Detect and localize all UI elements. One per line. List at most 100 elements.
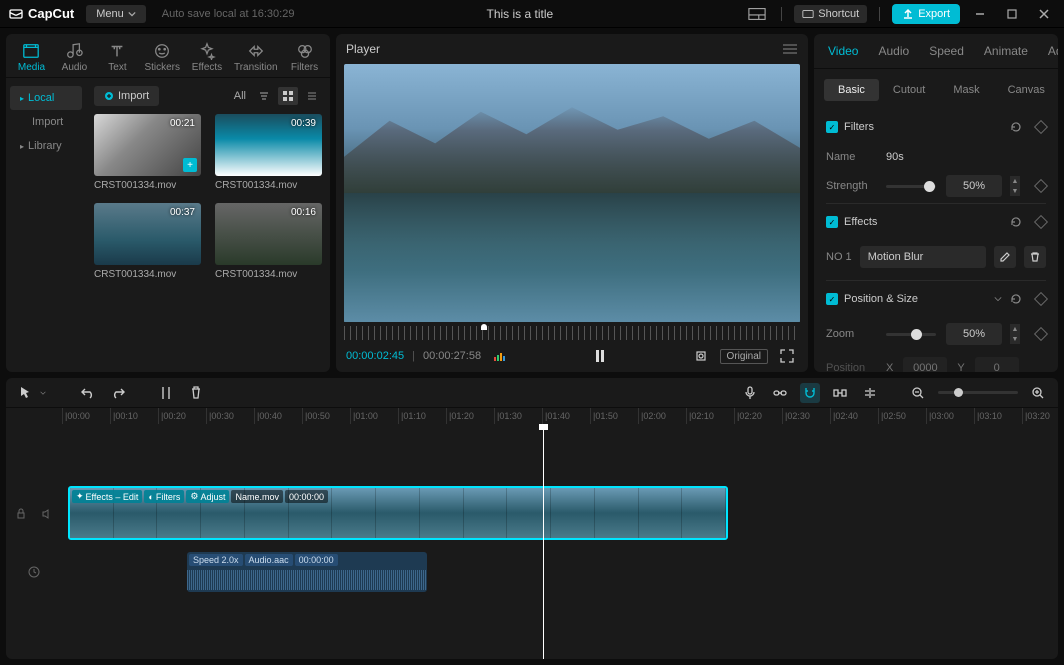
sidebar-item-library[interactable]: ▸Library bbox=[10, 134, 82, 158]
zoom-down[interactable]: ▼ bbox=[1010, 334, 1020, 344]
player-menu-button[interactable] bbox=[782, 43, 798, 55]
timeline-ruler[interactable]: |00:00|00:10|00:20|00:30|00:40|00:50|01:… bbox=[6, 408, 1058, 424]
clip-name-tag: Name.mov bbox=[231, 490, 283, 503]
playhead[interactable] bbox=[543, 424, 544, 659]
media-item[interactable]: 00:21+CRST001334.mov bbox=[94, 114, 201, 191]
inspector-tab-adjust[interactable]: Adjust bbox=[1038, 34, 1058, 68]
delete-button[interactable] bbox=[186, 383, 206, 403]
sub-tab-basic[interactable]: Basic bbox=[824, 79, 879, 101]
media-tab-filters[interactable]: Filters bbox=[285, 40, 325, 75]
media-item[interactable]: 00:39CRST001334.mov bbox=[215, 114, 322, 191]
link-button[interactable] bbox=[770, 383, 790, 403]
close-button[interactable] bbox=[1032, 4, 1056, 24]
video-track-lock[interactable] bbox=[11, 504, 31, 524]
layout-button[interactable] bbox=[745, 4, 769, 24]
undo-button[interactable] bbox=[78, 383, 98, 403]
zoom-in-button[interactable] bbox=[1028, 383, 1048, 403]
filters-section-head[interactable]: ✓ Filters bbox=[826, 109, 1046, 145]
export-button[interactable]: Export bbox=[892, 4, 960, 24]
media-item[interactable]: 00:16CRST001334.mov bbox=[215, 203, 322, 280]
maximize-button[interactable] bbox=[1000, 4, 1024, 24]
import-button[interactable]: Import bbox=[94, 86, 159, 106]
media-tab-stickers[interactable]: Stickers bbox=[140, 40, 184, 75]
effects-section-head[interactable]: ✓ Effects bbox=[826, 203, 1046, 240]
strength-down[interactable]: ▼ bbox=[1010, 186, 1020, 196]
ruler-tick: |02:20 bbox=[734, 408, 762, 424]
keyframe-effects-button[interactable] bbox=[1030, 214, 1046, 230]
preview-marker-button[interactable] bbox=[860, 383, 880, 403]
delete-effect-button[interactable] bbox=[1024, 246, 1046, 268]
zoom-up[interactable]: ▲ bbox=[1010, 324, 1020, 334]
ripple-button[interactable] bbox=[830, 383, 850, 403]
zoom-out-button[interactable] bbox=[908, 383, 928, 403]
clock-icon bbox=[28, 566, 40, 578]
split-button[interactable] bbox=[156, 383, 176, 403]
ruler-tick: |00:30 bbox=[206, 408, 234, 424]
sub-tab-cutout[interactable]: Cutout bbox=[879, 79, 939, 101]
timeline-zoom-slider[interactable] bbox=[938, 391, 1018, 394]
zoom-keyframe[interactable] bbox=[1034, 327, 1048, 341]
keyframe-filters-button[interactable] bbox=[1030, 119, 1046, 135]
zoom-out-icon bbox=[911, 386, 925, 400]
media-tab-transition[interactable]: Transition bbox=[230, 40, 282, 75]
play-pause-button[interactable] bbox=[589, 346, 611, 366]
media-item[interactable]: 00:37CRST001334.mov bbox=[94, 203, 201, 280]
menu-button[interactable]: Menu bbox=[86, 5, 146, 23]
player-scrubber[interactable] bbox=[344, 326, 800, 340]
list-view-button[interactable] bbox=[302, 87, 322, 105]
fullscreen-button[interactable] bbox=[776, 346, 798, 366]
inspector-tab-animate[interactable]: Animate bbox=[974, 34, 1038, 68]
position-section-head[interactable]: ✓ Position & Size bbox=[826, 280, 1046, 317]
audio-speed-tag: Speed 2.0x bbox=[189, 554, 243, 566]
selection-tool-button[interactable] bbox=[16, 383, 36, 403]
reset-filters-button[interactable] bbox=[1008, 119, 1024, 135]
media-tab-audio[interactable]: Audio bbox=[54, 40, 94, 75]
clip-tag-effects: ✦ Effects – Edit bbox=[72, 490, 142, 503]
edit-effect-button[interactable] bbox=[994, 246, 1016, 268]
pos-y-input[interactable] bbox=[975, 357, 1019, 372]
pos-x-input[interactable] bbox=[903, 357, 947, 372]
voiceover-button[interactable] bbox=[740, 383, 760, 403]
audio-clip[interactable]: Speed 2.0x Audio.aac 00:00:00 bbox=[187, 552, 427, 592]
media-tab-text[interactable]: Text bbox=[97, 40, 137, 75]
minimize-button[interactable] bbox=[968, 4, 992, 24]
inspector-tab-video[interactable]: Video bbox=[818, 34, 868, 68]
ruler-tick: |02:10 bbox=[686, 408, 714, 424]
strength-keyframe[interactable] bbox=[1034, 179, 1048, 193]
sub-tab-mask[interactable]: Mask bbox=[939, 79, 993, 101]
snap-button[interactable] bbox=[800, 383, 820, 403]
media-tab-media[interactable]: Media bbox=[11, 40, 51, 75]
inspector-tab-audio[interactable]: Audio bbox=[868, 34, 919, 68]
audio-track-clock[interactable] bbox=[24, 562, 44, 582]
add-to-timeline-button[interactable]: + bbox=[183, 158, 197, 172]
zoom-slider[interactable] bbox=[886, 333, 936, 336]
inspector-tab-speed[interactable]: Speed bbox=[919, 34, 974, 68]
media-tab-effects[interactable]: Effects bbox=[187, 40, 227, 75]
redo-button[interactable] bbox=[108, 383, 128, 403]
sidebar-item-import[interactable]: Import bbox=[10, 110, 82, 134]
zoom-input[interactable] bbox=[946, 323, 1002, 345]
filter-all-label[interactable]: All bbox=[234, 90, 246, 102]
strength-up[interactable]: ▲ bbox=[1010, 176, 1020, 186]
reset-position-button[interactable] bbox=[1008, 291, 1024, 307]
sub-tab-canvas[interactable]: Canvas bbox=[994, 79, 1058, 101]
strength-input[interactable] bbox=[946, 175, 1002, 197]
project-title[interactable]: This is a title bbox=[294, 7, 745, 21]
player-viewport[interactable] bbox=[344, 64, 800, 322]
grid-view-button[interactable] bbox=[278, 87, 298, 105]
video-clip[interactable]: ✦ Effects – Edit ◐ Filters ⚙ Adjust Name… bbox=[68, 486, 728, 540]
strength-slider[interactable] bbox=[886, 185, 936, 188]
sort-button[interactable] bbox=[254, 87, 274, 105]
effects-checkbox[interactable]: ✓ bbox=[826, 216, 838, 228]
reset-effects-button[interactable] bbox=[1008, 214, 1024, 230]
timeline-tracks[interactable]: ✦ Effects – Edit ◐ Filters ⚙ Adjust Name… bbox=[6, 424, 1058, 659]
keyframe-position-button[interactable] bbox=[1030, 291, 1046, 307]
filters-checkbox[interactable]: ✓ bbox=[826, 121, 838, 133]
aspect-ratio-button[interactable]: Original bbox=[720, 349, 768, 364]
video-track-mute[interactable] bbox=[37, 504, 57, 524]
sidebar-item-local[interactable]: ▸Local bbox=[10, 86, 82, 110]
crop-button[interactable] bbox=[690, 346, 712, 366]
shortcut-button[interactable]: Shortcut bbox=[794, 5, 867, 23]
position-checkbox[interactable]: ✓ bbox=[826, 293, 838, 305]
color-scopes-button[interactable] bbox=[489, 346, 511, 366]
